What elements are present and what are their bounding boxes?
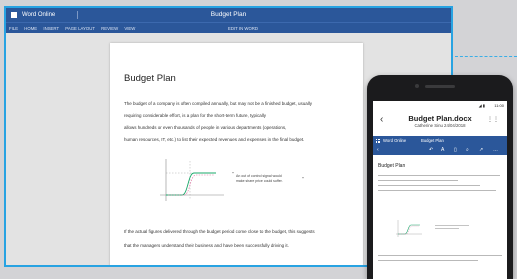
phone-doc-title[interactable]: Budget Plan [421,136,444,146]
preview-caption-line [435,228,459,229]
phone-figure [396,220,422,237]
figure-caption: “ An out of control signal would make sh… [232,173,304,184]
phone-title-bar: Word Online Budget Plan [373,136,507,146]
document-heading: Budget Plan [124,73,176,84]
dashed-connector [455,56,517,57]
phone-app-launcher-icon[interactable] [376,139,380,143]
tab-home[interactable]: HOME [24,26,37,31]
camera-icon [415,84,419,88]
figure-pink-step [168,174,214,196]
tab-review[interactable]: REVIEW [101,26,118,31]
speaker-grille [425,85,455,88]
phone-document-header: ‹ Budget Plan.docx Catherine Sinu 24/04/… [373,110,507,136]
preview-text-line [378,260,478,261]
figure-green-step [166,172,216,196]
phone-status-bar: ◢ ▮ 11:00 [373,101,507,110]
page-view-icon[interactable]: ▯ [454,146,457,155]
status-time: 11:00 [494,103,504,108]
more-options-icon[interactable]: … [493,146,498,155]
phone-document-preview[interactable]: Budget Plan [373,155,507,279]
caption-line: make share price could suffer. [236,179,283,183]
closing-line: If the actual figures delivered through … [124,229,315,234]
tab-insert[interactable]: INSERT [43,26,59,31]
phone-screen: ◢ ▮ 11:00 ‹ Budget Plan.docx Catherine S… [373,101,507,279]
body-line: allows hundreds or even thousands of peo… [124,125,287,130]
undo-icon[interactable]: ↶ [429,146,433,155]
preview-text-line [378,185,480,186]
phone-doc-heading: Budget Plan [378,163,406,169]
body-line: The budget of a company is often compile… [124,101,313,106]
tab-page-layout[interactable]: PAGE LAYOUT [65,26,95,31]
phone-toolbar: ‹ ↶ A ▯ ⌕ ↗ … [373,146,507,155]
closing-line: that the managers understand their busin… [124,243,289,248]
share-icon[interactable]: ↗ [479,146,483,155]
signal-battery-icon: ◢ ▮ [478,103,485,108]
phone-app-name[interactable]: Word Online [383,136,406,146]
caption-close-quote: ” [302,177,304,183]
tab-file[interactable]: FILE [9,26,18,31]
search-icon[interactable]: ⌕ [466,146,469,155]
document-title[interactable]: Budget Plan [6,8,451,22]
phone-device: ◢ ▮ 11:00 ‹ Budget Plan.docx Catherine S… [367,75,513,279]
embedded-chart-figure[interactable] [154,155,226,209]
font-format-icon[interactable]: A [441,146,444,155]
preview-text-line [378,180,458,181]
phone-back-icon[interactable]: ‹ [377,146,379,155]
preview-text-line [378,175,500,176]
preview-text-line [378,255,502,256]
title-bar: Word Online Budget Plan [6,8,451,22]
preview-caption-line [435,225,469,226]
phone-author-line: Catherine Sinu 24/04/2018 [414,123,466,128]
body-line: human resources, IT, etc.) to list their… [124,137,305,142]
phone-figure-caption [435,225,469,231]
grid-menu-icon[interactable]: ⋮⋮ [487,116,499,123]
document-page[interactable]: Budget Plan The budget of a company is o… [110,43,363,265]
caption-open-quote: “ [232,172,234,178]
tab-view[interactable]: VIEW [124,26,135,31]
preview-text-line [378,190,496,191]
body-line: requiring considerable effort, is a plan… [124,113,266,118]
